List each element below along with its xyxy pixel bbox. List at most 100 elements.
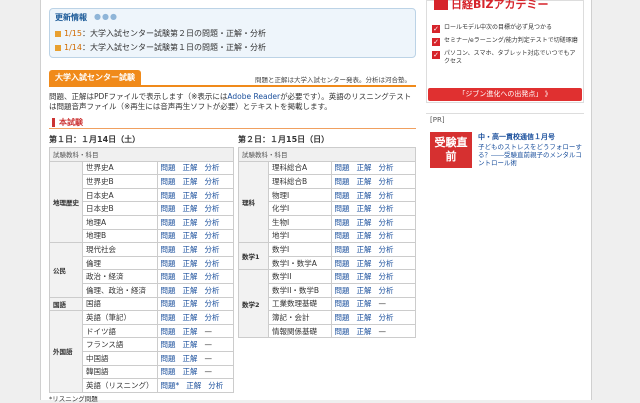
problem-link[interactable]: 問題 [161, 354, 176, 363]
answer-link[interactable]: 正解 [183, 191, 198, 200]
analysis-link[interactable]: 分析 [379, 272, 394, 281]
analysis-link[interactable]: 分析 [379, 259, 394, 268]
news-dots: ●●● [94, 12, 118, 21]
analysis-link[interactable]: 分析 [205, 313, 220, 322]
analysis-link[interactable]: 分析 [205, 272, 220, 281]
pr-title-link[interactable]: 中・高一貫校通信１月号 [478, 132, 555, 142]
analysis-link[interactable]: 分析 [205, 299, 220, 308]
answer-link[interactable]: 正解 [183, 327, 198, 336]
problem-link[interactable]: 問題 [335, 177, 350, 186]
answer-link[interactable]: 正解 [357, 231, 372, 240]
analysis-link[interactable]: 分析 [205, 177, 220, 186]
answer-link[interactable]: 正解 [183, 218, 198, 227]
problem-link[interactable]: 問題 [335, 245, 350, 254]
problem-link[interactable]: 問題 [161, 340, 176, 349]
answer-link[interactable]: 正解 [357, 313, 372, 322]
problem-link[interactable]: 問題 [335, 163, 350, 172]
answer-link[interactable]: 正解 [186, 381, 201, 390]
answer-link[interactable]: 正解 [357, 299, 372, 308]
problem-link[interactable]: 問題 [161, 327, 176, 336]
answer-link[interactable]: 正解 [183, 313, 198, 322]
answer-link[interactable]: 正解 [357, 218, 372, 227]
answer-link[interactable]: 正解 [357, 177, 372, 186]
problem-link[interactable]: 問題 [161, 272, 176, 281]
answer-link[interactable]: 正解 [357, 327, 372, 336]
answer-link[interactable]: 正解 [183, 299, 198, 308]
answer-link[interactable]: 正解 [357, 272, 372, 281]
problem-link[interactable]: 問題 [161, 259, 176, 268]
problem-link[interactable]: 問題 [161, 313, 176, 322]
answer-link[interactable]: 正解 [183, 177, 198, 186]
answer-link[interactable]: 正解 [183, 231, 198, 240]
problem-link[interactable]: 問題 [161, 286, 176, 295]
answer-link[interactable]: 正解 [183, 163, 198, 172]
problem-link[interactable]: 問題 [335, 191, 350, 200]
analysis-link[interactable]: 分析 [205, 259, 220, 268]
subject-cell: 理科総合B [268, 174, 332, 189]
analysis-link[interactable]: 分析 [205, 231, 220, 240]
analysis-link[interactable]: 分析 [205, 218, 220, 227]
problem-link[interactable]: 問題 [161, 191, 176, 200]
ad-feature: ✓ セミナー/eラーニング/能力判定テストで切磋琢磨 [432, 37, 578, 46]
analysis-link[interactable]: 分析 [208, 381, 223, 390]
problem-link[interactable]: 問題 [161, 367, 176, 376]
subject-cell: 英語（リスニング） [82, 378, 158, 393]
answer-link[interactable]: 正解 [183, 272, 198, 281]
answer-link[interactable]: 正解 [183, 367, 198, 376]
answer-link[interactable]: 正解 [357, 245, 372, 254]
answer-link[interactable]: 正解 [183, 286, 198, 295]
problem-link[interactable]: 問題 [335, 218, 350, 227]
analysis-link[interactable]: 分析 [379, 163, 394, 172]
ad-cta-button[interactable]: 「ジブン進化への出発点」 》 [428, 88, 582, 101]
analysis-link[interactable]: 分析 [205, 204, 220, 213]
news-item[interactable]: 1/14：大学入試センター試験第１日の問題・正解・分析 [55, 42, 266, 53]
problem-link[interactable]: 問題 [161, 177, 176, 186]
ad-feature: ✓ パソコン、スマホ、タブレット対応でいつでもアクセス [432, 50, 576, 65]
problem-link[interactable]: 問題 [335, 231, 350, 240]
answer-link[interactable]: 正解 [357, 286, 372, 295]
analysis-link[interactable]: 分析 [379, 231, 394, 240]
analysis-link[interactable]: 分析 [205, 286, 220, 295]
problem-link[interactable]: 問題 [335, 299, 350, 308]
problem-link[interactable]: 問題 [335, 259, 350, 268]
analysis-link[interactable]: 分析 [379, 245, 394, 254]
answer-link[interactable]: 正解 [183, 354, 198, 363]
answer-link[interactable]: 正解 [183, 340, 198, 349]
analysis-link[interactable]: 分析 [205, 191, 220, 200]
honshiken-heading: 本試験 [52, 118, 83, 127]
answer-link[interactable]: 正解 [357, 191, 372, 200]
pr-text-link[interactable]: 子どものストレスをどうフォローする？――受験直前親子のメンタルコントロール術 [478, 143, 584, 167]
subject-cell: 国語 [82, 296, 158, 312]
answer-link[interactable]: 正解 [357, 204, 372, 213]
problem-link[interactable]: 問題 [335, 204, 350, 213]
answer-link[interactable]: 正解 [357, 163, 372, 172]
problem-link[interactable]: 問題* [161, 381, 180, 390]
analysis-link[interactable]: 分析 [379, 218, 394, 227]
pr-image[interactable]: 受験直前 [430, 132, 472, 168]
problem-link[interactable]: 問題 [161, 245, 176, 254]
problem-link[interactable]: 問題 [335, 313, 350, 322]
answer-link[interactable]: 正解 [183, 245, 198, 254]
adobe-reader-link[interactable]: Adobe Reader [227, 92, 280, 101]
problem-link[interactable]: 問題 [161, 218, 176, 227]
problem-link[interactable]: 問題 [161, 299, 176, 308]
analysis-link[interactable]: 分析 [379, 313, 394, 322]
analysis-link[interactable]: 分析 [379, 286, 394, 295]
analysis-link[interactable]: 分析 [205, 163, 220, 172]
problem-link[interactable]: 問題 [161, 231, 176, 240]
answer-link[interactable]: 正解 [183, 259, 198, 268]
problem-link[interactable]: 問題 [335, 286, 350, 295]
links-cell: 問題 正解 — [330, 296, 417, 312]
answer-link[interactable]: 正解 [183, 204, 198, 213]
problem-link[interactable]: 問題 [335, 272, 350, 281]
problem-link[interactable]: 問題 [161, 204, 176, 213]
problem-link[interactable]: 問題 [335, 327, 350, 336]
answer-link[interactable]: 正解 [357, 259, 372, 268]
analysis-link[interactable]: 分析 [205, 245, 220, 254]
news-item[interactable]: 1/15：大学入試センター試験第２日の問題・正解・分析 [55, 28, 266, 39]
analysis-link[interactable]: 分析 [379, 177, 394, 186]
links-cell: 問題 正解 分析 [156, 296, 235, 312]
analysis-link[interactable]: 分析 [379, 191, 394, 200]
analysis-link[interactable]: 分析 [379, 204, 394, 213]
problem-link[interactable]: 問題 [161, 163, 176, 172]
